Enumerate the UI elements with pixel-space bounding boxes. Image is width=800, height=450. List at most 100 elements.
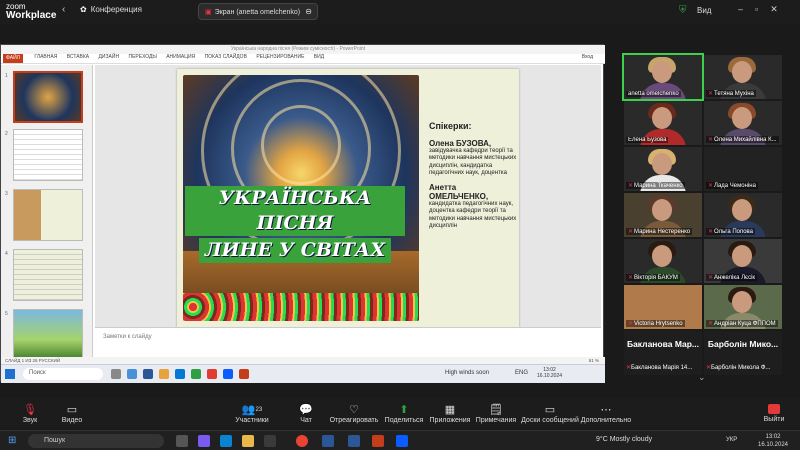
current-slide[interactable]: УКРАЇНСЬКА ПІСНЯ ЛИНЕ У СВІТАХ Спікерки:… — [177, 69, 519, 327]
conference-menu[interactable]: ✿ Конференция — [80, 5, 142, 14]
participant-name: Вікторія БАКУМ — [634, 275, 678, 281]
powerpoint-icon[interactable] — [372, 435, 384, 447]
leave-button[interactable]: Выйти — [752, 404, 796, 423]
speakers-heading: Спікерки: — [429, 121, 472, 131]
shared-search: Поиск — [23, 368, 103, 380]
word-icon[interactable] — [322, 435, 334, 447]
view-menu[interactable]: Вид — [697, 6, 711, 15]
slide-thumbnail-3[interactable] — [13, 189, 83, 241]
muted-mic-icon: ✕ — [708, 183, 714, 189]
ribbon-tab[interactable]: ВСТАВКА — [67, 54, 89, 60]
participant-label: ✕Лада Чемоніна — [706, 182, 758, 189]
share-icon: ▣ — [205, 9, 212, 16]
file-tab[interactable]: ФАЙЛ — [3, 54, 23, 63]
paw-icon: ✿ — [80, 5, 87, 14]
chrome-icon[interactable] — [296, 435, 308, 447]
participants-count: 23 — [255, 407, 263, 413]
notes-button[interactable]: 🗒 Примечания — [466, 404, 526, 424]
whiteboards-button[interactable]: ▭ Доски сообщений — [520, 404, 580, 424]
ribbon-tab[interactable]: ВИД — [314, 54, 324, 60]
participant-tile[interactable]: ✕Марина Нестеренко — [624, 193, 702, 237]
participant-name-card[interactable]: Бакланова Мар... ✕Бакланова Марія 14... — [624, 331, 702, 375]
more-button[interactable]: ⋯ Дополнительно — [576, 404, 636, 424]
zoom-top-bar: zoom Workplace ‹ ✿ Конференция ▣ Экран (an… — [0, 0, 800, 24]
ribbon-tab[interactable]: ПЕРЕХОДЫ — [128, 54, 156, 60]
leave-label: Выйти — [763, 416, 785, 423]
taskbar-clock[interactable]: 13:02 16.10.2024 — [752, 433, 794, 449]
ribbon-tab[interactable]: АНИМАЦИЯ — [166, 54, 195, 60]
app-icon — [143, 369, 153, 379]
leave-icon — [768, 404, 780, 414]
video-label: Видео — [61, 417, 83, 424]
participant-name-card[interactable]: Барболін Мико... ✕Барболін Микола Ф... — [704, 331, 782, 375]
video-button[interactable]: ▭ Видео — [42, 404, 102, 424]
shared-screen-taskbar: Поиск High winds soon ENG 13:02 16.10.20… — [1, 364, 605, 383]
participant-tile[interactable]: ✕Вікторія БАКУМ — [624, 239, 702, 283]
conference-label: Конференция — [90, 5, 142, 14]
chevron-left-icon[interactable]: ‹ — [62, 4, 65, 15]
app-icon — [207, 369, 217, 379]
zoom-level[interactable]: 61 % — [589, 358, 599, 363]
windows-start-icon[interactable]: ⊞ — [8, 435, 16, 446]
ribbon-tab[interactable]: РЕЦЕНЗИРОВАНИЕ — [256, 54, 304, 60]
muted-mic-icon: ✕ — [708, 91, 714, 97]
chevron-down-icon[interactable]: ⌄ — [698, 372, 706, 383]
participant-tile[interactable]: Елена Бузова — [624, 101, 702, 145]
slide-title: УКРАЇНСЬКА ПІСНЯ ЛИНЕ У СВІТАХ — [185, 185, 405, 264]
participant-tile[interactable]: ✕Victoria Hrytsenko — [624, 285, 702, 329]
participant-name: Тетяна Мухіна — [714, 91, 754, 97]
slide-thumbnail-4[interactable] — [13, 249, 83, 301]
participant-tile[interactable]: ✕Анжеліка Лєсік — [704, 239, 782, 283]
more-icon: ⋯ — [600, 404, 612, 416]
taskbar-weather[interactable]: 9°C Mostly cloudy — [596, 436, 652, 443]
copilot-icon[interactable] — [198, 435, 210, 447]
folder-icon[interactable] — [242, 435, 254, 447]
participant-name: Марина Нестеренко — [634, 229, 691, 235]
zoom-icon[interactable] — [396, 435, 408, 447]
more-options-icon[interactable]: ⊖ — [305, 7, 312, 16]
edge-icon[interactable] — [220, 435, 232, 447]
ribbon-tab[interactable]: ПОКАЗ СЛАЙДОВ — [205, 54, 247, 60]
store-icon[interactable] — [264, 435, 276, 447]
window-controls[interactable]: –▫✕ — [738, 4, 790, 15]
shared-date: 16.10.2024 — [537, 373, 563, 379]
language-indicator[interactable]: УКР — [726, 437, 737, 443]
app-icon — [175, 369, 185, 379]
task-view-icon[interactable] — [176, 435, 188, 447]
participant-tile[interactable]: ✕Лада Чемоніна — [704, 147, 782, 191]
user-login[interactable]: Вход — [582, 54, 593, 60]
thumb-number: 1 — [5, 73, 8, 79]
participant-tile[interactable]: ✕Марина Ткаченко — [624, 147, 702, 191]
participant-tile[interactable]: ✕Андріан Куца ФППОМ — [704, 285, 782, 329]
ribbon-tab[interactable]: ДИЗАЙН — [99, 54, 120, 60]
shared-clock: 13:02 16.10.2024 — [537, 367, 562, 379]
audio-label: Звук — [22, 417, 38, 424]
slide-thumbnail-2[interactable] — [13, 129, 83, 181]
windows-start-icon — [5, 369, 15, 379]
taskbar-search[interactable]: Пошук — [28, 434, 164, 448]
notes-label: Примечания — [475, 417, 517, 424]
logo-line2: Workplace — [6, 10, 57, 21]
slide-title-line2: ЛИНЕ У СВІТАХ — [198, 238, 392, 263]
ppt-title-bar: Українська народна пісня (Режим суміснос… — [1, 45, 605, 54]
notes-pane[interactable]: Заметки к слайду — [95, 327, 601, 355]
participant-tile[interactable]: ✕Олена Михайлівна К... — [704, 101, 782, 145]
slide-thumbnail-5[interactable] — [13, 309, 83, 361]
muted-mic-icon: ✕ — [708, 275, 714, 281]
participant-name: anetta omelchenko — [626, 91, 681, 97]
slide-thumbnail-1[interactable] — [13, 71, 83, 123]
participant-tile[interactable]: ✕Тетяна Мухіна — [704, 55, 782, 99]
participants-button[interactable]: 👥23 Участники — [222, 404, 282, 424]
meeting-controls: 🎙 Звук ▭ Видео 👥23 Участники 💬 Чат ♡ Отреагир… — [0, 398, 800, 428]
participant-name: Олена Михайлівна К... — [714, 137, 777, 143]
participant-tile[interactable]: anetta omelchenko — [622, 53, 704, 101]
participant-label: ✕Марина Нестеренко — [626, 228, 693, 235]
screen-share-indicator[interactable]: ▣ Экран (anetta omelchenko) ⊖ — [198, 3, 318, 20]
react-label: Отреагировать — [329, 417, 379, 424]
participant-label: ✕Victoria Hrytsenko — [626, 320, 685, 327]
participant-label: ✕Барболін Микола Ф... — [706, 364, 770, 371]
shield-icon[interactable]: ⛨ — [679, 5, 687, 16]
ribbon-tab[interactable]: ГЛАВНАЯ — [34, 54, 57, 60]
app-icon[interactable] — [348, 435, 360, 447]
participant-tile[interactable]: ✕Ольга Попова — [704, 193, 782, 237]
